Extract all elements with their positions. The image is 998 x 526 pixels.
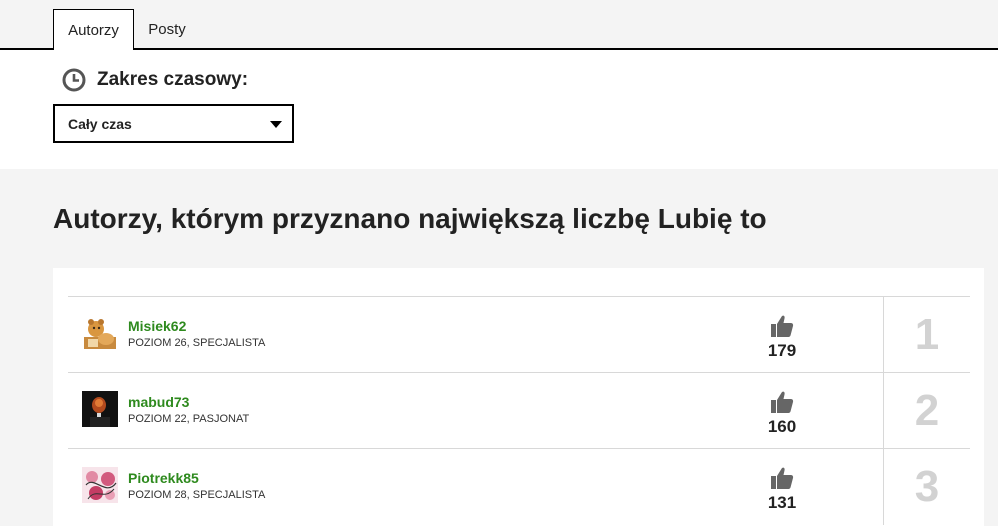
rank-position: 3 <box>914 462 940 511</box>
leaderboard-heading: Autorzy, którym przyznano największą lic… <box>53 203 767 234</box>
avatar[interactable] <box>82 467 118 503</box>
time-range-title: Zakres czasowy: <box>97 69 249 90</box>
username-link[interactable]: mabud73 <box>128 394 189 410</box>
username-link[interactable]: Piotrekk85 <box>128 470 199 486</box>
avatar[interactable] <box>82 391 118 427</box>
chevron-down-icon <box>270 121 282 128</box>
time-range-selected-value: Cały czas <box>68 115 132 132</box>
dark-portrait-avatar <box>82 391 118 427</box>
user-rank: POZIOM 28, SPECJALISTA <box>128 489 266 501</box>
user-rank: POZIOM 26, SPECJALISTA <box>128 337 266 349</box>
tab-autorzy[interactable]: Autorzy <box>53 9 134 50</box>
time-range-select[interactable]: Cały czas <box>53 104 294 143</box>
like-count: 179 <box>767 341 797 360</box>
user-rank: POZIOM 22, PASJONAT <box>128 413 250 425</box>
clock-icon <box>62 68 86 92</box>
teddy-bear-avatar <box>82 315 118 351</box>
thumbs-up-icon <box>771 467 794 489</box>
tab-posty[interactable]: Posty <box>135 9 199 50</box>
like-count: 160 <box>767 417 797 436</box>
leaderboard-row: mabud73 POZIOM 22, PASJONAT 160 2 <box>68 372 970 449</box>
leaderboard-row: Piotrekk85 POZIOM 28, SPECJALISTA 131 3 <box>68 448 970 525</box>
like-count: 131 <box>767 493 797 512</box>
pink-sketch-avatar <box>82 467 118 503</box>
thumbs-up-icon <box>771 391 794 413</box>
thumbs-up-icon <box>771 315 794 337</box>
rank-position: 2 <box>914 386 940 435</box>
avatar[interactable] <box>82 315 118 351</box>
username-link[interactable]: Misiek62 <box>128 318 186 334</box>
rank-position: 1 <box>914 310 940 359</box>
tab-bar-divider <box>0 48 998 50</box>
leaderboard-row: Misiek62 POZIOM 26, SPECJALISTA 179 1 <box>68 296 970 373</box>
time-range-header: Zakres czasowy: <box>62 68 248 92</box>
